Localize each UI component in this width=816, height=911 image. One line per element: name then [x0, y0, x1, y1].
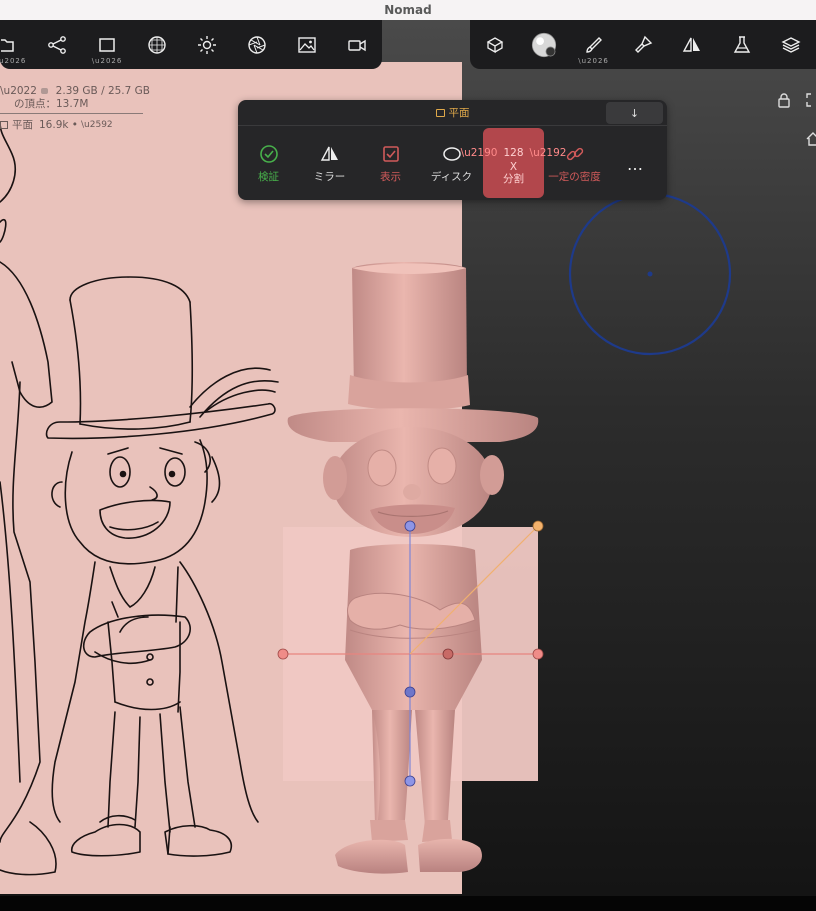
symmetry-icon — [683, 37, 701, 52]
folder-button[interactable]: \u2026 — [0, 20, 25, 69]
brush-button[interactable]: \u2026 — [569, 20, 618, 69]
window-title: Nomad — [384, 3, 432, 17]
sculpt-right-shoe — [418, 838, 482, 872]
paint-button[interactable] — [618, 20, 667, 69]
vertex-count: の頂点：13.7M — [14, 98, 89, 110]
scene-button[interactable] — [32, 20, 82, 69]
brush-icon — [585, 36, 602, 53]
3d-viewport[interactable]: \u2022 2.39 GB / 25.7 GB の頂点：13.7M 平面 16.9… — [0, 20, 816, 896]
layers-icon — [781, 36, 801, 53]
camera-settings-button[interactable] — [232, 20, 282, 69]
gizmo-x-handle-left[interactable] — [277, 648, 289, 660]
division-label: 分割 — [503, 173, 524, 185]
division-axis: X — [509, 161, 518, 173]
mirror-icon — [320, 146, 338, 161]
tools-menu-button[interactable] — [470, 20, 519, 69]
symmetry-button[interactable] — [668, 20, 717, 69]
layers-button[interactable] — [767, 20, 816, 69]
flask-icon — [733, 35, 751, 53]
light-button[interactable] — [182, 20, 232, 69]
toolbar-left: \u2026 \u2026 — [0, 20, 382, 69]
material-sphere-icon — [148, 35, 166, 54]
disc-button[interactable]: ディスク — [421, 128, 482, 198]
gizmo-y-handle-top[interactable] — [404, 520, 416, 532]
fullscreen-icon[interactable] — [805, 92, 816, 108]
division-stepper[interactable]: \u2190 128 \u2192 X 分割 — [461, 128, 566, 198]
memory-usage: 2.39 GB / 25.7 GB — [55, 84, 150, 97]
material-button[interactable] — [132, 20, 182, 69]
light-icon — [198, 35, 216, 54]
validate-button[interactable]: 検証 — [238, 128, 299, 198]
division-value: 128 — [503, 147, 524, 159]
sculpt-hat-crown — [352, 262, 467, 392]
postprocess-button[interactable] — [717, 20, 766, 69]
camera-aperture-icon — [248, 35, 266, 54]
matcap-button[interactable] — [519, 20, 568, 69]
sculpt-left-shoe — [335, 839, 408, 874]
box-tool-icon — [486, 36, 504, 53]
gizmo-scale-handle[interactable] — [532, 520, 544, 532]
link-icon — [566, 147, 583, 161]
check-circle-icon — [259, 145, 278, 163]
lock-icon[interactable] — [776, 92, 792, 108]
more-icon: … — [627, 155, 644, 174]
gizmo-y-handle-bottom[interactable] — [404, 775, 416, 787]
gizmo-y-handle-mid[interactable] — [404, 686, 416, 698]
topology-button[interactable]: \u2026 — [82, 20, 132, 69]
mirror-button[interactable]: ミラー — [299, 128, 360, 198]
stats-divider — [0, 113, 143, 114]
background-button[interactable] — [282, 20, 332, 69]
scene-graph-icon — [48, 35, 66, 54]
title-bar: Nomad — [0, 0, 816, 20]
scene-stats: \u2022 2.39 GB / 25.7 GB の頂点：13.7M 平面 16.9… — [0, 84, 150, 131]
gizmo-x-handle-mid[interactable] — [442, 648, 454, 660]
video-camera-icon — [348, 39, 366, 51]
background-image-icon — [298, 36, 316, 53]
paint-brush-icon — [634, 35, 653, 53]
gizmo-x-handle-right[interactable] — [532, 648, 544, 660]
checkbox-icon — [382, 146, 399, 162]
constant-density-button[interactable]: 一定の密度 — [544, 128, 605, 198]
toolbar-right: \u2026 — [470, 20, 816, 69]
video-button[interactable] — [332, 20, 382, 69]
topology-icon — [99, 37, 115, 52]
ellipse-icon — [442, 147, 461, 161]
folder-icon — [1, 38, 14, 52]
matcap-sphere-icon — [532, 32, 557, 57]
panel-header: 平面 ↓ — [238, 100, 667, 126]
object-vertex-count: 16.9k • — [39, 118, 78, 131]
plane-icon — [435, 108, 445, 117]
object-name: 平面 — [12, 119, 33, 131]
panel-title: 平面 — [435, 105, 470, 120]
primitive-panel: 平面 ↓ 検証 ミラー 表示 ディスク \u2190 128 \u2192 X 分割… — [238, 100, 667, 200]
plane-object-icon — [0, 120, 8, 129]
bottom-bar — [0, 896, 816, 911]
panel-collapse-button[interactable]: ↓ — [606, 102, 663, 124]
more-options-button[interactable]: … — [605, 128, 666, 198]
home-icon[interactable] — [806, 132, 816, 146]
brush-center-dot — [647, 271, 653, 277]
display-button[interactable]: 表示 — [360, 128, 421, 198]
decrease-arrow-icon[interactable]: \u2190 — [461, 147, 498, 159]
memory-bar — [40, 87, 48, 94]
